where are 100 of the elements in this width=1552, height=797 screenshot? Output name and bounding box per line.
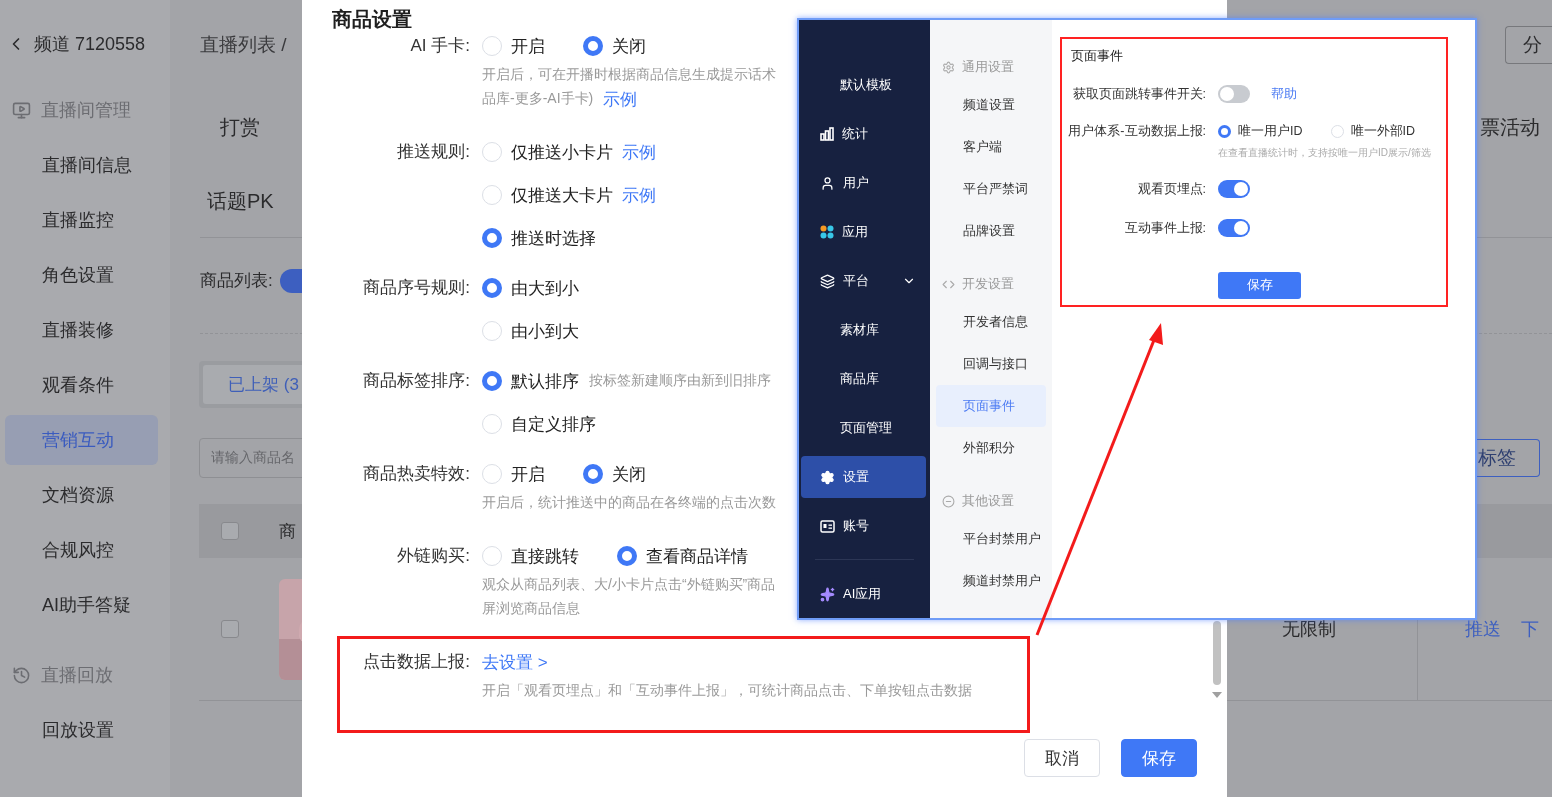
menu-item[interactable]: 平台封禁用户: [936, 518, 1046, 560]
field-label: 推送规则:: [397, 142, 470, 161]
menu-item[interactable]: 回调与接口: [936, 343, 1046, 385]
option-label[interactable]: 开启: [511, 462, 545, 486]
sidebar-item[interactable]: 直播装修: [5, 305, 158, 355]
menu-item[interactable]: 平台严禁词: [936, 168, 1046, 210]
option-label[interactable]: 仅推送小卡片: [511, 140, 613, 164]
example-link[interactable]: 示例: [603, 87, 638, 111]
sidebar-item[interactable]: 直播监控: [5, 195, 158, 245]
settings-link[interactable]: 去设置 >: [482, 650, 548, 674]
settings-icon: [820, 469, 835, 485]
tab[interactable]: 打赏: [200, 114, 260, 141]
checkbox[interactable]: [221, 522, 239, 540]
checkbox[interactable]: [221, 620, 239, 638]
scrollbar-thumb[interactable]: [1213, 621, 1221, 685]
save-button[interactable]: 保存: [1121, 739, 1197, 777]
nav-item[interactable]: 平台: [801, 260, 926, 302]
column-header: 商: [279, 520, 296, 543]
sidebar-item[interactable]: 文档资源: [5, 470, 158, 520]
option-label[interactable]: 关闭: [612, 34, 646, 58]
user-icon: [820, 175, 835, 191]
radio-button[interactable]: [482, 278, 502, 298]
option-label[interactable]: 唯一用户ID: [1238, 122, 1303, 140]
radio-button[interactable]: [583, 36, 603, 56]
hint-text: 开启「观看页埋点」和「互动事件上报」，可统计商品点击、下单按钮点击数据: [482, 682, 972, 700]
sidebar-item[interactable]: 合规风控: [5, 525, 158, 575]
channel-title: 频道 7120558: [34, 33, 146, 56]
hint-text: 品库-更多-AI手卡): [482, 90, 594, 108]
field-label: 互动事件上报:: [1124, 221, 1206, 235]
option-label[interactable]: 默认排序: [511, 369, 579, 393]
id-card-icon: [820, 519, 835, 533]
section-title: 直播回放: [41, 664, 113, 687]
menu-item[interactable]: 外部积分: [936, 427, 1046, 469]
field-label: 点击数据上报:: [363, 652, 470, 671]
nav-item[interactable]: 商品库: [801, 358, 926, 400]
toggle-switch[interactable]: [1218, 180, 1250, 198]
toggle-switch[interactable]: [1218, 85, 1250, 103]
bar-chart-icon: [820, 127, 834, 141]
goods-list-label: 商品列表:: [200, 270, 273, 292]
menu-group-title: 开发设置: [962, 275, 1014, 293]
menu-item[interactable]: 开发者信息: [936, 301, 1046, 343]
sidebar-item[interactable]: 直播间信息: [5, 140, 158, 190]
toggle-switch[interactable]: [1218, 219, 1250, 237]
nav-item[interactable]: 用户: [801, 162, 926, 204]
section-title: 直播间管理: [41, 99, 131, 122]
help-link[interactable]: 帮助: [1271, 85, 1297, 103]
option-label[interactable]: 推送时选择: [511, 226, 596, 250]
history-icon: [12, 665, 31, 685]
nav-item[interactable]: 应用: [801, 211, 926, 253]
option-label[interactable]: 关闭: [612, 462, 646, 486]
save-button[interactable]: 保存: [1218, 272, 1301, 299]
hint-text: 观众从商品列表、大/小卡片点击“外链购买”商品: [482, 576, 776, 594]
field-label: 商品热卖特效:: [363, 464, 470, 483]
field-label: 获取页面跳转事件开关:: [1072, 87, 1206, 101]
option-label[interactable]: 仅推送大卡片: [511, 183, 613, 207]
table-cell-text: 无限制: [1282, 618, 1336, 641]
option-label[interactable]: 唯一外部ID: [1350, 122, 1415, 140]
radio-button[interactable]: [583, 464, 603, 484]
monitor-play-icon: [12, 100, 31, 120]
sparkle-icon: [820, 586, 835, 602]
nav-item[interactable]: 统计: [801, 113, 926, 155]
example-link[interactable]: 示例: [622, 140, 656, 164]
field-label: 商品标签排序:: [363, 371, 470, 390]
menu-item[interactable]: 频道封禁用户: [936, 560, 1046, 602]
nav-item[interactable]: 默认模板: [801, 64, 926, 106]
option-label[interactable]: 直接跳转: [511, 544, 579, 568]
option-label[interactable]: 由小到大: [511, 319, 579, 343]
menu-item[interactable]: 品牌设置: [936, 210, 1046, 252]
nav-item[interactable]: 页面管理: [801, 407, 926, 449]
radio-button[interactable]: [1218, 124, 1231, 138]
option-label[interactable]: 开启: [511, 34, 545, 58]
radio-button[interactable]: [617, 546, 637, 566]
tab[interactable]: 票活动: [1480, 114, 1540, 141]
sidebar-item[interactable]: AI助手答疑: [5, 580, 158, 630]
field-label: 用户体系-互动数据上报:: [1068, 124, 1206, 138]
nav-item[interactable]: 账号: [801, 505, 926, 547]
sidebar-item[interactable]: 观看条件: [5, 360, 158, 410]
apps-icon: [820, 225, 834, 239]
radio-button[interactable]: [482, 228, 502, 248]
menu-item[interactable]: 页面事件: [936, 385, 1046, 427]
share-button[interactable]: 分: [1505, 26, 1552, 64]
option-label[interactable]: 由大到小: [511, 276, 579, 300]
option-label[interactable]: 自定义排序: [511, 412, 596, 436]
scroll-down-icon[interactable]: [1212, 692, 1222, 698]
radio-button[interactable]: [482, 371, 502, 391]
nav-item[interactable]: AI应用: [801, 573, 926, 615]
menu-item[interactable]: 客户端: [936, 126, 1046, 168]
tab[interactable]: 话题PK: [200, 187, 274, 215]
option-label[interactable]: 查看商品详情: [646, 544, 748, 568]
sidebar-item[interactable]: 回放设置: [5, 705, 158, 755]
field-label: AI 手卡:: [410, 36, 470, 55]
panel-title: 页面事件: [1071, 47, 1124, 65]
breadcrumb[interactable]: 直播列表 /: [200, 32, 287, 58]
sidebar-item[interactable]: 角色设置: [5, 250, 158, 300]
nav-item[interactable]: 设置: [801, 456, 926, 498]
field-label: 商品序号规则:: [363, 278, 470, 297]
nav-item[interactable]: 素材库: [801, 309, 926, 351]
menu-item[interactable]: 频道设置: [936, 84, 1046, 126]
cancel-button[interactable]: 取消: [1024, 739, 1100, 777]
example-link[interactable]: 示例: [622, 183, 656, 207]
